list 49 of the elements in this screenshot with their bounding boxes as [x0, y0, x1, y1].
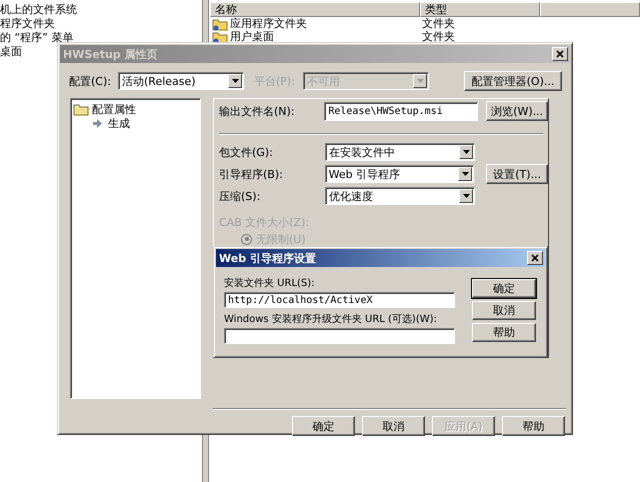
config-label: 配置(C): [69, 74, 112, 88]
config-manager-button[interactable]: 配置管理器(O)... [464, 71, 562, 91]
file-type: 文件夹 [421, 18, 456, 30]
url-field[interactable]: http://localhost/ActiveX [224, 292, 455, 308]
close-icon [531, 254, 539, 262]
column-header[interactable] [540, 2, 640, 17]
folder-icon [73, 102, 89, 116]
setting-dropdown[interactable]: 优化速度 [325, 187, 475, 205]
tree-item[interactable]: 机上的文件系统 [0, 3, 200, 17]
dialog-button[interactable]: 帮助 [502, 416, 565, 436]
tree-item[interactable]: 的 “程序” 菜单 [0, 31, 200, 45]
column-header[interactable]: 名称 [210, 2, 420, 17]
close-icon [556, 50, 564, 58]
config-dropdown[interactable]: 活动(Release) [118, 72, 244, 90]
folder-icon [212, 30, 228, 44]
tree-item[interactable]: 生成 [108, 116, 130, 130]
file-name[interactable]: 用户桌面 [230, 31, 274, 43]
dialog-button[interactable]: 确定 [472, 279, 536, 298]
arrow-icon [93, 118, 102, 128]
setting-label: 引导程序(B): [219, 166, 284, 182]
dialog-button[interactable]: 确定 [292, 416, 355, 436]
file-name[interactable]: 应用程序文件夹 [230, 18, 307, 30]
close-button[interactable] [527, 251, 543, 265]
setting-dropdown[interactable]: Web 引导程序 [324, 165, 474, 183]
dropdown-arrow-icon [232, 79, 238, 83]
dropdown-arrow-icon [462, 172, 469, 176]
dropdown-arrow-icon [416, 79, 424, 83]
dropdown-arrow-icon [462, 194, 470, 198]
settings-button[interactable]: 设置(T)... [486, 164, 548, 184]
output-file-label: 输出文件名(N): [219, 104, 296, 118]
output-file-field[interactable]: Release\HWSetup.msi [324, 102, 478, 120]
dialog-button[interactable]: 取消 [472, 301, 536, 320]
setting-label: 压缩(S): [219, 188, 262, 204]
tree-item[interactable]: 程序文件夹 [0, 17, 200, 31]
column-header[interactable]: 类型 [420, 2, 540, 17]
window-title: HWSetup 属性页 [63, 46, 158, 62]
browse-button[interactable]: 浏览(W)... [486, 101, 548, 121]
file-type: 文件夹 [421, 31, 456, 43]
folder-icon [212, 17, 228, 31]
url-field[interactable] [224, 328, 455, 344]
dropdown-arrow-icon [462, 150, 470, 154]
url-label: 安装文件夹 URL(S): [224, 276, 316, 291]
dialog-button[interactable]: 取消 [362, 416, 425, 436]
setting-dropdown[interactable]: 在安装文件中 [325, 143, 475, 161]
url-label: Windows 安装程序升级文件夹 URL (可选)(W): [224, 312, 438, 327]
tree-item[interactable]: 配置属性 [92, 102, 136, 116]
setting-label: 包文件(G): [219, 144, 274, 160]
window-title: Web 引导程序设置 [219, 250, 316, 266]
dialog-button[interactable]: 帮助 [472, 323, 536, 342]
